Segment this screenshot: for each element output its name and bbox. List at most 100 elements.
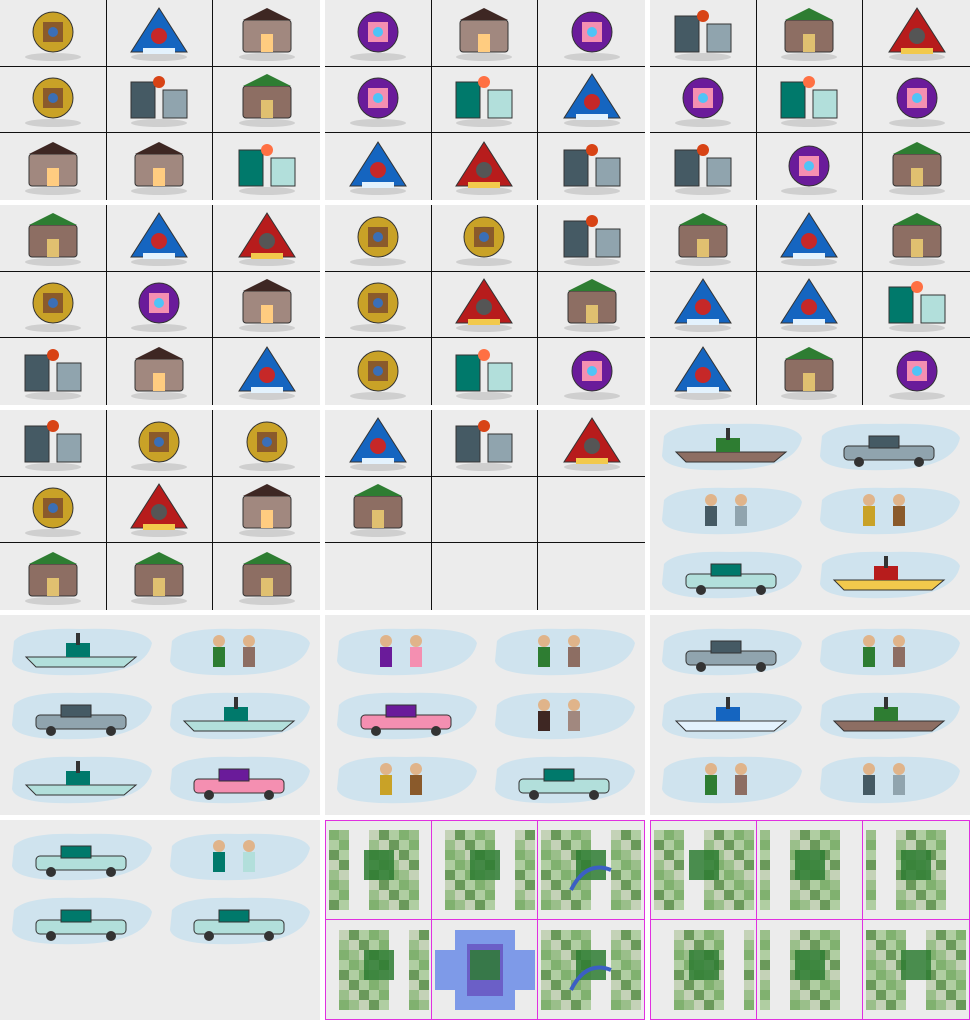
armor-tank-unit [12, 628, 152, 676]
tile-cell [538, 920, 644, 1019]
icon-grid [325, 0, 645, 200]
camel-riders-unit [12, 897, 152, 945]
icon-cell [106, 0, 214, 67]
icon-cell [0, 0, 107, 67]
unit-cell [487, 621, 641, 681]
bronze-working-figure-icon [456, 7, 513, 61]
icon-cell [863, 272, 970, 339]
icon-cell [213, 410, 320, 477]
icon-cell [863, 67, 970, 134]
genetic-engineering-icon [781, 7, 838, 61]
icon-cell [106, 271, 214, 339]
icon-cell [432, 543, 539, 610]
unit-cell [4, 749, 158, 809]
unit-cell [654, 749, 808, 809]
unit-cell [4, 621, 158, 681]
tech-panel-6 [650, 205, 970, 405]
laser-circuit-icon [131, 551, 188, 605]
partisans-unit [337, 756, 477, 804]
icon-cell [106, 66, 214, 134]
icon-grid [325, 205, 645, 405]
river-bend-tile [541, 929, 641, 1010]
magnetism-magnet-icon [349, 350, 406, 400]
icon-cell [757, 338, 864, 405]
unit-grid [650, 615, 970, 815]
riflemen-unit [820, 756, 960, 804]
icon-cell [213, 272, 320, 339]
icon-grid [325, 410, 645, 610]
unit-cell [162, 826, 316, 886]
unit-cell [812, 749, 966, 809]
unit-cell [812, 480, 966, 540]
icon-cell [756, 0, 864, 67]
communism-hammer-sickle-icon [674, 212, 731, 266]
steam-engine-icon [781, 346, 838, 400]
knights-unit [495, 692, 635, 740]
icon-cell [431, 476, 539, 544]
icon-cell [106, 410, 214, 477]
icon-cell [863, 133, 970, 200]
industrial-city-balloon-icon [24, 141, 81, 195]
diplomat-unit [495, 628, 635, 676]
icon-cell [0, 543, 107, 610]
icon-cell [325, 133, 432, 200]
medicine-caduceus-icon [781, 145, 838, 195]
phalanx-unit [12, 833, 152, 881]
unit-cell [162, 685, 316, 745]
handshake-trade-icon [24, 11, 81, 61]
cannon-unit [170, 756, 310, 804]
tile-cell [326, 920, 432, 1019]
unit-panel-5 [0, 820, 320, 1020]
railroad-locomotive-icon [348, 140, 407, 195]
river-tile [541, 830, 641, 910]
atomic-theory-icon [563, 279, 620, 333]
banking-money-bags-icon [24, 212, 81, 266]
tile-grid [651, 821, 969, 1019]
bridge-building-icon [130, 211, 189, 266]
tile-grid [326, 821, 644, 1019]
tile-cell [757, 920, 863, 1019]
icon-cell [650, 0, 757, 67]
cruise-missile-unit [662, 628, 802, 676]
icon-cell [538, 410, 645, 477]
unit-cell [162, 954, 316, 1014]
combustion-engine-icon [237, 211, 296, 266]
unit-cell [162, 890, 316, 950]
submarine-unit [495, 756, 635, 804]
icon-cell [107, 133, 214, 200]
tile-cell [651, 821, 757, 920]
mathematics-abacus-icon [130, 483, 189, 538]
icon-cell [538, 205, 645, 272]
mountain-tile [866, 929, 966, 1010]
gunpowder-musket-icon [131, 346, 188, 400]
tile-panel-2 [650, 820, 970, 1020]
icon-cell [650, 66, 757, 134]
mech-infantry-unit [337, 628, 477, 676]
icon-cell [325, 410, 432, 477]
musketeers-unit [662, 423, 802, 471]
unit-cell [329, 621, 483, 681]
rocketry-launch-icon [349, 484, 406, 538]
icon-cell [432, 133, 539, 200]
icon-cell [431, 66, 539, 134]
bomber-unit [820, 551, 960, 599]
icon-grid [0, 205, 320, 405]
icon-grid [0, 410, 320, 610]
hills-tile [866, 830, 946, 910]
unit-cell [162, 621, 316, 681]
space-flight-globe-icon [888, 212, 945, 266]
transport-ship-unit [662, 551, 802, 599]
sail-ship-unit [820, 692, 960, 740]
tile-cell [326, 821, 432, 920]
icon-cell [431, 410, 539, 477]
tile-cell [651, 920, 757, 1019]
statue-of-liberty-icon [349, 77, 406, 128]
icon-cell [756, 205, 864, 272]
university-diploma-icon [674, 9, 732, 61]
icon-cell [325, 0, 432, 67]
tile-panel-1 [325, 820, 645, 1020]
icon-cell [325, 543, 432, 610]
icon-cell [213, 477, 320, 544]
icon-cell [538, 133, 645, 200]
ocean-patch-tile [338, 929, 429, 1010]
